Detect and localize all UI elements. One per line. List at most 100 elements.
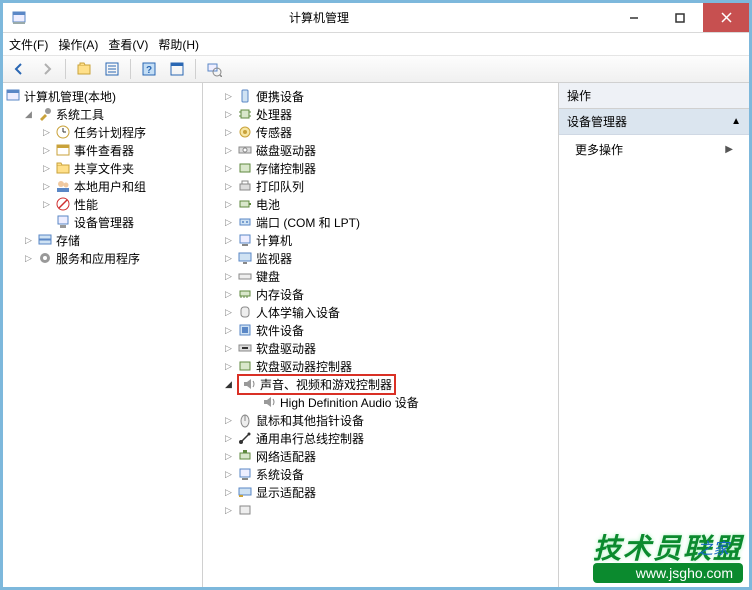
close-button[interactable] [703, 3, 749, 32]
expand-icon[interactable]: ▷ [223, 127, 234, 138]
expand-icon[interactable]: ▷ [223, 451, 234, 462]
help-button[interactable]: ? [137, 57, 161, 81]
show-hide-button[interactable] [165, 57, 189, 81]
expand-icon[interactable]: ▷ [223, 361, 234, 372]
device-network[interactable]: ▷网络适配器 [221, 447, 552, 465]
minimize-button[interactable] [611, 3, 657, 32]
tree-local-users[interactable]: ▷本地用户和组 [39, 177, 202, 195]
expand-icon[interactable]: ▷ [223, 253, 234, 264]
device-storage-controller[interactable]: ▷存储控制器 [221, 159, 552, 177]
device-mouse[interactable]: ▷鼠标和其他指针设备 [221, 411, 552, 429]
device-computer[interactable]: ▷计算机 [221, 231, 552, 249]
expand-icon[interactable]: ▷ [223, 415, 234, 426]
tree-services[interactable]: ▷服务和应用程序 [21, 249, 202, 267]
nav-forward-button[interactable] [35, 57, 59, 81]
tree-device-manager[interactable]: 设备管理器 [39, 213, 202, 231]
menu-view[interactable]: 查看(V) [108, 36, 148, 53]
expand-icon[interactable]: ▷ [223, 163, 234, 174]
device-floppy-controller[interactable]: ▷软盘驱动器控制器 [221, 357, 552, 375]
expand-icon[interactable]: ▷ [223, 235, 234, 246]
device-software[interactable]: ▷软件设备 [221, 321, 552, 339]
tree-root-computer-management[interactable]: 计算机管理(本地) [3, 87, 202, 105]
clock-icon [55, 124, 71, 140]
more-actions-link[interactable]: 更多操作 ▶ [559, 135, 749, 164]
submenu-arrow-icon: ▶ [725, 144, 733, 155]
device-ports[interactable]: ▷端口 (COM 和 LPT) [221, 213, 552, 231]
window-title: 计算机管理 [27, 9, 611, 26]
tree-event-viewer[interactable]: ▷事件查看器 [39, 141, 202, 159]
display-adapter-icon [237, 484, 253, 500]
sensor-icon [237, 124, 253, 140]
expand-icon[interactable]: ▷ [223, 289, 234, 300]
expand-icon[interactable]: ▷ [223, 181, 234, 192]
view-list-button[interactable] [100, 57, 124, 81]
device-battery[interactable]: ▷电池 [221, 195, 552, 213]
expand-icon[interactable]: ▷ [223, 505, 234, 516]
nav-back-button[interactable] [7, 57, 31, 81]
expand-icon[interactable]: ▷ [223, 271, 234, 282]
expand-icon[interactable]: ▷ [223, 109, 234, 120]
expand-icon[interactable]: ▷ [23, 235, 34, 246]
device-cpu[interactable]: ▷处理器 [221, 105, 552, 123]
expand-icon[interactable]: ▷ [223, 433, 234, 444]
portable-device-icon [237, 88, 253, 104]
device-hid[interactable]: ▷人体学输入设备 [221, 303, 552, 321]
device-floppy[interactable]: ▷软盘驱动器 [221, 339, 552, 357]
expand-icon[interactable]: ▷ [223, 145, 234, 156]
expand-icon[interactable]: ▷ [41, 199, 52, 210]
device-memory[interactable]: ▷内存设备 [221, 285, 552, 303]
device-disk[interactable]: ▷磁盘驱动器 [221, 141, 552, 159]
toolbar-separator [65, 59, 66, 79]
expand-icon[interactable]: ▷ [223, 487, 234, 498]
up-button[interactable] [72, 57, 96, 81]
expand-icon[interactable]: ▷ [41, 145, 52, 156]
maximize-button[interactable] [657, 3, 703, 32]
monitor-icon [237, 250, 253, 266]
device-sound-video-game[interactable]: ◢ 声音、视频和游戏控制器 [221, 375, 552, 393]
highlighted-category: 声音、视频和游戏控制器 [237, 374, 396, 395]
device-system[interactable]: ▷系统设备 [221, 465, 552, 483]
device-print-queue[interactable]: ▷打印队列 [221, 177, 552, 195]
disk-icon [237, 142, 253, 158]
floppy-controller-icon [237, 358, 253, 374]
collapse-triangle-icon: ▲ [731, 116, 741, 127]
collapse-icon[interactable]: ◢ [23, 109, 34, 120]
memory-icon [237, 286, 253, 302]
actions-category[interactable]: 设备管理器 ▲ [559, 109, 749, 135]
device-display[interactable]: ▷显示适配器 [221, 483, 552, 501]
device-sensor[interactable]: ▷传感器 [221, 123, 552, 141]
device-keyboard[interactable]: ▷键盘 [221, 267, 552, 285]
expand-icon[interactable]: ▷ [41, 127, 52, 138]
expand-icon[interactable]: ▷ [223, 469, 234, 480]
menu-file[interactable]: 文件(F) [9, 36, 48, 53]
expand-icon[interactable]: ▷ [23, 253, 34, 264]
expand-icon[interactable]: ▷ [223, 217, 234, 228]
expand-icon[interactable]: ▷ [41, 163, 52, 174]
device-cutoff[interactable]: ▷ [221, 501, 552, 519]
device-hd-audio[interactable]: High Definition Audio 设备 [245, 393, 552, 411]
tree-system-tools[interactable]: ◢ 系统工具 [21, 105, 202, 123]
expand-icon[interactable]: ▷ [223, 91, 234, 102]
tree-shared-folders[interactable]: ▷共享文件夹 [39, 159, 202, 177]
tree-performance[interactable]: ▷性能 [39, 195, 202, 213]
device-usb[interactable]: ▷通用串行总线控制器 [221, 429, 552, 447]
actions-pane: 操作 设备管理器 ▲ 更多操作 ▶ [559, 83, 749, 587]
expand-icon[interactable]: ▷ [41, 181, 52, 192]
device-portable[interactable]: ▷便携设备 [221, 87, 552, 105]
tree-task-scheduler[interactable]: ▷任务计划程序 [39, 123, 202, 141]
menu-help[interactable]: 帮助(H) [158, 36, 199, 53]
refresh-button[interactable] [202, 57, 226, 81]
menu-action[interactable]: 操作(A) [58, 36, 98, 53]
expand-icon[interactable]: ▷ [223, 325, 234, 336]
toolbar: ? [3, 55, 749, 83]
device-list-pane: ▷便携设备 ▷处理器 ▷传感器 ▷磁盘驱动器 ▷存储控制器 ▷打印队列 ▷电池 … [203, 83, 559, 587]
tree-storage[interactable]: ▷存储 [21, 231, 202, 249]
collapse-icon[interactable]: ◢ [223, 379, 234, 390]
device-monitor[interactable]: ▷监视器 [221, 249, 552, 267]
expand-icon[interactable]: ▷ [223, 307, 234, 318]
window-controls [611, 3, 749, 32]
svg-text:?: ? [146, 65, 152, 76]
storage-icon [37, 232, 53, 248]
expand-icon[interactable]: ▷ [223, 199, 234, 210]
expand-icon[interactable]: ▷ [223, 343, 234, 354]
